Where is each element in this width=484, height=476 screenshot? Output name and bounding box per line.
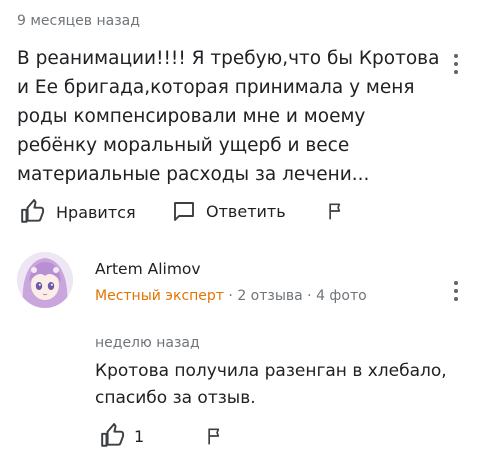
reply-timestamp: неделю назад: [95, 335, 200, 351]
avatar-image: [17, 252, 73, 308]
thumb-up-icon: [101, 423, 125, 447]
reply-report-button[interactable]: [205, 426, 225, 446]
more-vert-icon[interactable]: [446, 52, 466, 76]
reply-like-button[interactable]: 1: [100, 423, 144, 449]
more-vert-icon[interactable]: [446, 279, 466, 303]
flag-icon: [329, 203, 341, 220]
reply-like-count: 1: [134, 426, 145, 446]
like-label: Нравится: [56, 202, 136, 222]
reply-author-name[interactable]: Artem Alimov: [95, 260, 201, 278]
local-guide-badge: Местный эксперт: [95, 288, 224, 304]
flag-icon: [208, 428, 220, 445]
avatar[interactable]: [17, 252, 73, 308]
comment-icon: [174, 202, 194, 221]
meta-separator: ·: [228, 288, 233, 304]
reply-button[interactable]: Ответить: [172, 199, 286, 223]
thumb-up-icon: [21, 199, 45, 223]
review-timestamp: 9 месяцев назад: [17, 13, 140, 29]
reply-author-meta: Местный эксперт · 2 отзыва · 4 фото: [95, 288, 367, 304]
report-button[interactable]: [326, 201, 346, 221]
reply-label: Ответить: [206, 201, 286, 221]
like-button[interactable]: Нравится: [20, 199, 136, 225]
reviews-count: 2 отзыва: [237, 288, 303, 304]
reply-text[interactable]: Кротова получила разенган в хлебало, спа…: [95, 358, 455, 412]
photos-count: 4 фото: [316, 288, 367, 304]
review-text[interactable]: В реанимации!!!! Я требую,что бы Кротова…: [17, 44, 449, 189]
meta-separator: ·: [307, 288, 312, 304]
